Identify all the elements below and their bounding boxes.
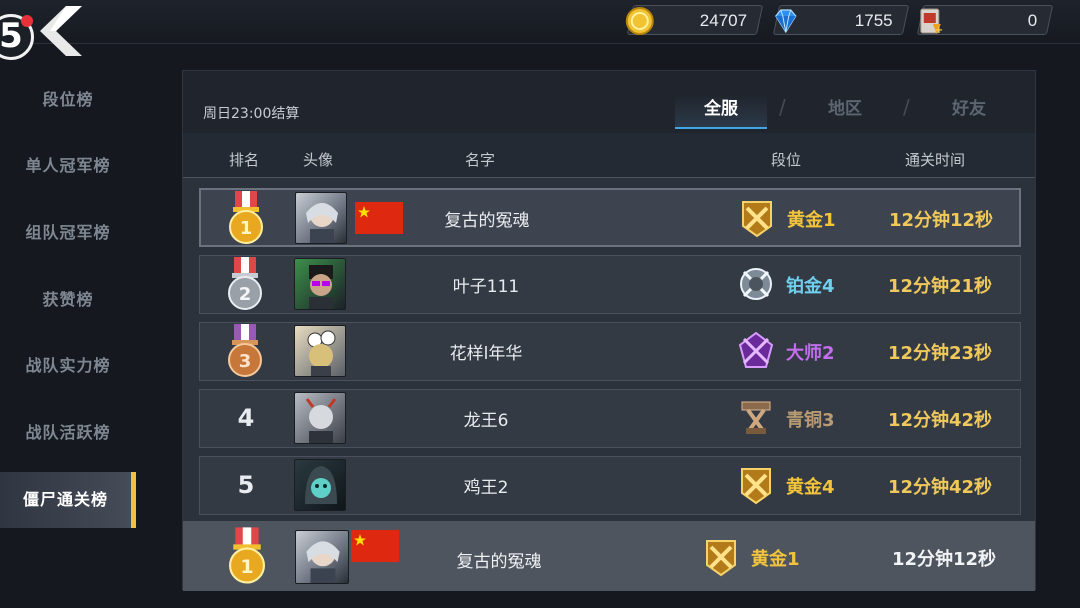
ticket-value: 0 — [1027, 11, 1037, 30]
col-header-tier: 段位 — [771, 151, 802, 169]
ranking-row[interactable]: 4 龙王6 青铜3 12分钟42秒 — [199, 389, 1021, 448]
platinum-tier-icon — [740, 268, 772, 300]
clear-time: 12分钟42秒 — [887, 410, 993, 431]
gold-medal-icon: 1 — [229, 527, 265, 584]
chevron-left-icon — [40, 6, 82, 56]
app-badge[interactable]: 5 — [0, 14, 34, 60]
ranking-row[interactable]: 2 叶子111 铂金4 12分钟21秒 — [199, 255, 1021, 314]
gold-value: 24707 — [699, 11, 747, 30]
player-avatar[interactable] — [294, 459, 346, 511]
sidebar-item-solo-champion[interactable]: 单人冠军榜 — [0, 136, 136, 196]
player-name: 花样l年华 — [449, 344, 523, 364]
gold-counter[interactable]: 24707 — [625, 5, 764, 35]
gold-tier-icon — [742, 201, 772, 238]
player-avatar[interactable] — [295, 192, 347, 244]
player-name: 叶子111 — [452, 277, 520, 297]
tier-name: 青铜3 — [786, 410, 835, 431]
col-header-rank: 排名 — [229, 151, 260, 169]
diamond-value: 1755 — [854, 11, 893, 30]
bronze-medal-icon: 3 — [228, 324, 262, 377]
gold-tier-icon — [706, 540, 736, 577]
col-header-avatar: 头像 — [303, 151, 334, 169]
tab-friends[interactable]: 好友 — [923, 95, 1015, 129]
ranking-row[interactable]: 3 花样l年华 大师2 12分钟23秒 — [199, 322, 1021, 381]
avatar-image — [307, 330, 336, 376]
svg-text:1: 1 — [240, 556, 253, 578]
ranking-list: 1 复古的冤魂 黄金1 12分钟12秒 2 叶子111 铂金4 12分钟21秒 … — [183, 177, 1035, 521]
sidebar-item-rank[interactable]: 段位榜 — [0, 70, 136, 130]
player-name: 复古的冤魂 — [456, 552, 542, 572]
tier-name: 铂金4 — [786, 276, 835, 297]
ticket-icon: + — [920, 8, 943, 36]
my-ranking-row[interactable]: 1 复古的冤魂 黄金1 12分钟12秒 — [183, 521, 1035, 591]
tier-name: 黄金1 — [751, 549, 800, 570]
tab-separator: / — [779, 95, 786, 119]
settlement-time: 周日23:00结算 — [203, 106, 300, 122]
gold-coin-icon — [625, 7, 654, 35]
back-button[interactable] — [36, 2, 88, 60]
gold-medal-icon: 1 — [229, 191, 263, 244]
diamond-icon — [775, 9, 797, 34]
sidebar-item-zombie-clear[interactable]: 僵尸通关榜 — [0, 472, 136, 528]
rank-number: 4 — [237, 404, 255, 432]
sidebar: 段位榜 单人冠军榜 组队冠军榜 获赞榜 战队实力榜 战队活跃榜 僵尸通关榜 — [0, 60, 140, 608]
ranking-row[interactable]: 1 复古的冤魂 黄金1 12分钟12秒 — [199, 188, 1021, 247]
player-name: 龙王6 — [463, 411, 509, 431]
sidebar-item-clan-power[interactable]: 战队实力榜 — [0, 336, 136, 396]
ticket-counter[interactable]: + 0 — [916, 5, 1054, 36]
clear-time: 12分钟21秒 — [887, 276, 993, 297]
clear-time: 12分钟12秒 — [891, 549, 997, 570]
leaderboard-panel: 周日23:00结算 全服 / 地区 / 好友 排名 头像 名字 段位 通关时间 … — [182, 70, 1036, 591]
player-avatar[interactable] — [294, 258, 346, 310]
diamond-counter[interactable]: 1755 — [772, 5, 910, 35]
silver-medal-icon: 2 — [228, 257, 262, 310]
sidebar-item-team-champion[interactable]: 组队冠军榜 — [0, 203, 136, 263]
clear-time: 12分钟12秒 — [888, 210, 994, 231]
clear-time: 12分钟23秒 — [887, 343, 993, 364]
svg-text:+: + — [935, 25, 943, 36]
app-badge-label: 5 — [0, 16, 23, 56]
bronze-tier-icon — [741, 401, 771, 434]
svg-text:2: 2 — [239, 284, 252, 305]
master-tier-icon — [738, 331, 774, 368]
avatar-image — [306, 541, 340, 583]
tier-name: 黄金4 — [786, 477, 835, 498]
col-header-name: 名字 — [465, 151, 496, 169]
tier-name: 黄金1 — [787, 210, 836, 231]
player-avatar[interactable] — [294, 325, 346, 377]
player-name: 鸡王2 — [463, 478, 509, 498]
tab-region[interactable]: 地区 — [799, 95, 891, 129]
tier-name: 大师2 — [786, 343, 835, 364]
player-avatar[interactable] — [294, 392, 346, 444]
avatar-image — [306, 203, 338, 243]
ranking-row[interactable]: 5 鸡王2 黄金4 12分钟42秒 — [199, 456, 1021, 515]
avatar-image — [305, 466, 337, 504]
sidebar-item-clan-activity[interactable]: 战队活跃榜 — [0, 403, 136, 463]
clear-time: 12分钟42秒 — [887, 477, 993, 498]
sidebar-item-likes[interactable]: 获赞榜 — [0, 270, 136, 330]
notification-dot — [21, 15, 33, 27]
gold-tier-icon — [741, 468, 771, 505]
avatar-image — [305, 398, 337, 443]
col-header-time: 通关时间 — [905, 151, 966, 169]
svg-text:1: 1 — [240, 218, 253, 239]
player-avatar[interactable] — [295, 530, 349, 584]
tab-server[interactable]: 全服 — [675, 95, 767, 129]
tab-separator: / — [903, 95, 910, 119]
svg-text:3: 3 — [239, 351, 252, 372]
avatar-image — [309, 265, 333, 309]
rank-number: 5 — [237, 471, 255, 499]
player-name: 复古的冤魂 — [444, 211, 530, 231]
